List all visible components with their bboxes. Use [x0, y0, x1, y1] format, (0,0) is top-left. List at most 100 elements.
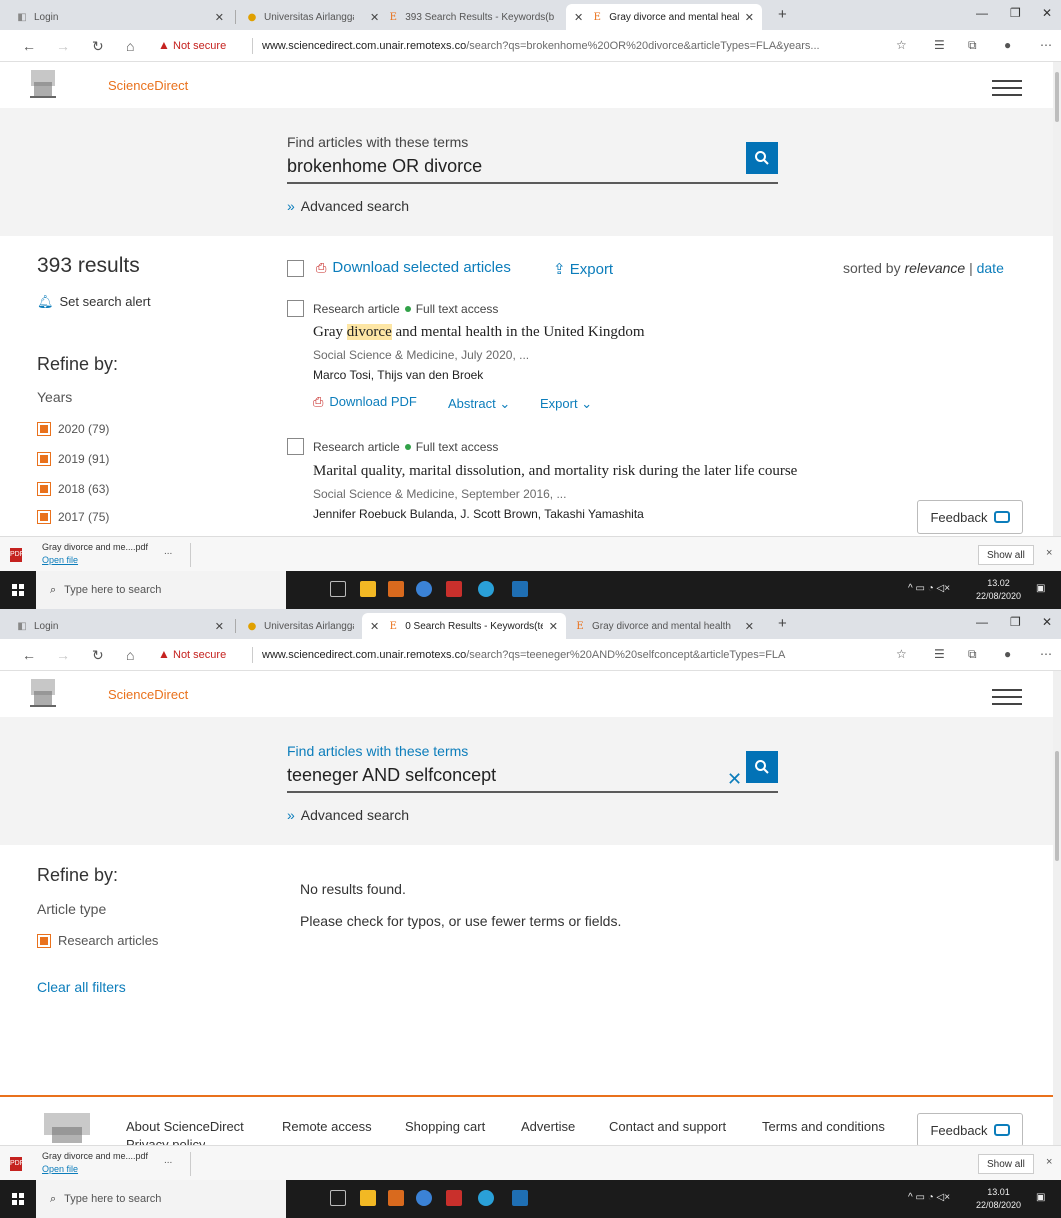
new-tab-icon[interactable]: + — [778, 615, 787, 632]
footer-link-remote-access[interactable]: Remote access — [282, 1119, 372, 1134]
windows-start-icon[interactable] — [12, 1193, 24, 1205]
article-type-filter-research[interactable]: Research articles — [37, 933, 158, 948]
show-all-button[interactable]: Show all — [978, 1154, 1034, 1174]
file-explorer-icon[interactable] — [360, 1190, 376, 1206]
more-options-icon[interactable]: ⋯ — [1040, 38, 1052, 52]
taskbar-clock[interactable]: 13.02 22/08/2020 — [976, 577, 1021, 603]
search-button[interactable] — [746, 751, 778, 783]
search-button[interactable] — [746, 142, 778, 174]
article-checkbox[interactable] — [287, 438, 304, 455]
year-filter-2018[interactable]: 2018 (63) — [37, 482, 109, 496]
tab-close-icon[interactable]: ✕ — [215, 620, 224, 633]
new-tab-icon[interactable]: + — [778, 6, 787, 23]
app-icon[interactable] — [446, 581, 462, 597]
article-source[interactable]: Social Science & Medicine, September 201… — [313, 487, 566, 501]
refresh-icon[interactable]: ↻ — [92, 647, 104, 664]
clear-all-filters-link[interactable]: Clear all filters — [37, 979, 126, 995]
notifications-icon[interactable]: ▣ — [1036, 583, 1045, 594]
export-button[interactable]: ⇪ Export — [553, 260, 613, 278]
download-pdf-link[interactable]: ⎙ Download PDF — [313, 394, 417, 410]
photos-icon[interactable] — [512, 1190, 528, 1206]
taskbar-search-box[interactable]: ⌕ Type here to search — [36, 571, 286, 609]
system-tray-icons[interactable]: ^ ▭ ◔ ◁× — [908, 1192, 950, 1203]
task-view-icon[interactable] — [330, 1190, 346, 1206]
profile-avatar-icon[interactable]: ● — [1004, 647, 1011, 661]
year-filter-2017[interactable]: 2017 (75) — [37, 510, 109, 524]
tab-close-icon[interactable]: ✕ — [745, 11, 754, 24]
minimize-icon[interactable]: — — [976, 6, 988, 20]
not-secure-label[interactable]: Not secure — [173, 40, 226, 52]
restore-icon[interactable]: ❐ — [1010, 6, 1021, 20]
open-file-link[interactable]: Open file — [42, 555, 78, 565]
elsevier-logo-icon[interactable] — [28, 677, 58, 709]
select-all-checkbox[interactable] — [287, 260, 304, 277]
not-secure-label[interactable]: Not secure — [173, 649, 226, 661]
back-icon[interactable]: ← — [22, 647, 36, 663]
tab-close-icon[interactable]: ✕ — [574, 11, 583, 24]
tab-gray-divorce[interactable]: E Gray divorce and mental health ✕ — [566, 613, 762, 639]
favorites-list-icon[interactable]: ☰ — [934, 647, 945, 661]
download-more-button[interactable]: ... — [164, 546, 172, 557]
taskbar-search-box[interactable]: ⌕ Type here to search — [36, 1180, 286, 1218]
hamburger-menu-icon[interactable] — [992, 80, 1022, 101]
favorite-star-icon[interactable]: ☆ — [896, 38, 907, 52]
download-selected-button[interactable]: ⎙ Download selected articles — [316, 259, 511, 276]
year-filter-2019[interactable]: 2019 (91) — [37, 452, 109, 466]
advanced-search-link[interactable]: » Advanced search — [287, 198, 409, 214]
tab-universitas-airlangga[interactable]: ● Universitas Airlangga — [238, 613, 362, 639]
system-tray-icons[interactable]: ^ ▭ ◔ ◁× — [908, 583, 950, 594]
footer-link-terms[interactable]: Terms and conditions — [762, 1119, 885, 1134]
feedback-button[interactable]: Feedback — [917, 500, 1023, 534]
article-checkbox[interactable] — [287, 300, 304, 317]
collections-icon[interactable]: ⧉ — [968, 38, 977, 53]
favorites-list-icon[interactable]: ☰ — [934, 38, 945, 52]
back-icon[interactable]: ← — [22, 38, 36, 54]
sort-date-link[interactable]: date — [977, 260, 1004, 276]
taskbar-clock[interactable]: 13.01 22/08/2020 — [976, 1186, 1021, 1212]
profile-avatar-icon[interactable]: ● — [1004, 38, 1011, 52]
close-window-icon[interactable]: ✕ — [1042, 615, 1052, 629]
tab-login[interactable]: ◧ Login ✕ — [8, 4, 232, 30]
open-file-link[interactable]: Open file — [42, 1164, 78, 1174]
abstract-toggle[interactable]: Abstract ⌄ — [448, 396, 510, 412]
chrome-icon[interactable] — [416, 1190, 432, 1206]
footer-link-about[interactable]: About ScienceDirect — [126, 1119, 244, 1134]
app-icon[interactable] — [388, 1190, 404, 1206]
url-field[interactable]: www.sciencedirect.com.unair.remotexs.co/… — [262, 649, 882, 661]
page-scrollbar[interactable] — [1053, 62, 1061, 536]
sort-relevance[interactable]: relevance — [904, 260, 965, 276]
feedback-button[interactable]: Feedback — [917, 1113, 1023, 1147]
windows-start-icon[interactable] — [12, 584, 24, 596]
favorite-star-icon[interactable]: ☆ — [896, 647, 907, 661]
restore-icon[interactable]: ❐ — [1010, 615, 1021, 629]
tab-gray-divorce[interactable]: ✕ E Gray divorce and mental health ✕ — [566, 4, 762, 30]
edge-icon[interactable] — [478, 1190, 494, 1206]
minimize-icon[interactable]: — — [976, 615, 988, 629]
year-filter-2020[interactable]: 2020 (79) — [37, 422, 109, 436]
more-options-icon[interactable]: ⋯ — [1040, 647, 1052, 661]
close-download-bar-icon[interactable]: × — [1046, 547, 1052, 559]
refresh-icon[interactable]: ↻ — [92, 38, 104, 55]
article-title-link[interactable]: Gray divorce and mental health in the Un… — [313, 324, 645, 341]
export-article-toggle[interactable]: Export ⌄ — [540, 396, 592, 412]
close-window-icon[interactable]: ✕ — [1042, 6, 1052, 20]
home-icon[interactable]: ⌂ — [126, 38, 134, 54]
edge-icon[interactable] — [478, 581, 494, 597]
url-field[interactable]: www.sciencedirect.com.unair.remotexs.co/… — [262, 40, 882, 52]
downloaded-file-name[interactable]: Gray divorce and me....pdf — [42, 1151, 148, 1161]
advanced-search-link[interactable]: » Advanced search — [287, 807, 409, 823]
footer-link-shopping-cart[interactable]: Shopping cart — [405, 1119, 485, 1134]
footer-link-advertise[interactable]: Advertise — [521, 1119, 575, 1134]
page-scrollbar[interactable] — [1053, 671, 1061, 1145]
set-search-alert-link[interactable]: 🔔︎ Set search alert — [37, 294, 151, 310]
download-more-button[interactable]: ... — [164, 1155, 172, 1166]
tab-search-results[interactable]: ✕ E 393 Search Results - Keywords(b — [362, 4, 566, 30]
photos-icon[interactable] — [512, 581, 528, 597]
elsevier-logo-icon[interactable] — [28, 68, 58, 100]
tab-close-icon[interactable]: ✕ — [370, 620, 379, 633]
app-icon[interactable] — [446, 1190, 462, 1206]
app-icon[interactable] — [388, 581, 404, 597]
tab-search-results[interactable]: ✕ E 0 Search Results - Keywords(tee ✕ — [362, 613, 566, 639]
show-all-button[interactable]: Show all — [978, 545, 1034, 565]
tab-universitas-airlangga[interactable]: ● Universitas Airlangga — [238, 4, 362, 30]
